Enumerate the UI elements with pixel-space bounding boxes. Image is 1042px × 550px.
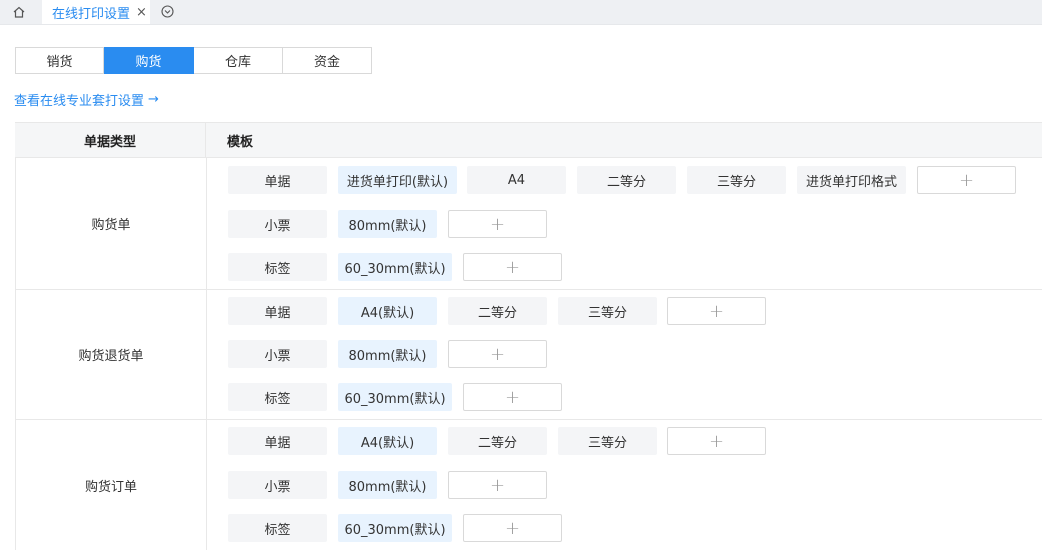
template-option[interactable]: 三等分 bbox=[558, 427, 657, 455]
row-kind-label: 单据 bbox=[228, 297, 327, 325]
row-kind-label: 小票 bbox=[228, 340, 327, 368]
tab-label: 在线打印设置 bbox=[52, 6, 131, 22]
template-default[interactable]: 80mm(默认) bbox=[338, 471, 437, 499]
segment-purchase[interactable]: 购货 bbox=[104, 47, 194, 74]
template-default[interactable]: 进货单打印(默认) bbox=[338, 166, 457, 194]
tab-bar: 在线打印设置 × bbox=[0, 0, 1042, 25]
add-template-button[interactable]: + bbox=[463, 253, 562, 281]
row-kind-label: 标签 bbox=[228, 383, 327, 411]
template-default[interactable]: 80mm(默认) bbox=[338, 210, 437, 238]
template-default[interactable]: A4(默认) bbox=[338, 297, 437, 325]
header-doc-type: 单据类型 bbox=[15, 123, 206, 157]
template-option[interactable]: 二等分 bbox=[448, 297, 547, 325]
table-group: 购货退货单 单据 A4(默认) 二等分 三等分 + 小票 80mm(默认) + … bbox=[15, 290, 1042, 420]
add-template-button[interactable]: + bbox=[463, 514, 562, 542]
table-group: 购货订单 单据 A4(默认) 二等分 三等分 + 小票 80mm(默认) + 标… bbox=[15, 420, 1042, 550]
doc-type-cell: 购货退货单 bbox=[16, 290, 207, 419]
table-header: 单据类型 模板 bbox=[15, 122, 1042, 158]
add-template-button[interactable]: + bbox=[667, 297, 766, 325]
arrow-right-icon: → bbox=[148, 92, 159, 107]
template-default[interactable]: A4(默认) bbox=[338, 427, 437, 455]
add-template-button[interactable]: + bbox=[667, 427, 766, 455]
close-icon[interactable]: × bbox=[136, 6, 147, 19]
template-option[interactable]: 三等分 bbox=[558, 297, 657, 325]
row-kind-label: 小票 bbox=[228, 471, 327, 499]
template-default[interactable]: 60_30mm(默认) bbox=[338, 253, 452, 281]
row-kind-label: 单据 bbox=[228, 166, 327, 194]
doc-type-cell: 购货订单 bbox=[16, 420, 207, 550]
add-template-button[interactable]: + bbox=[448, 210, 547, 238]
table-group: 购货单 单据 进货单打印(默认) A4 二等分 三等分 进货单打印格式 + 小票… bbox=[15, 158, 1042, 290]
segment-warehouse[interactable]: 仓库 bbox=[194, 47, 283, 74]
add-template-button[interactable]: + bbox=[917, 166, 1016, 194]
row-kind-label: 标签 bbox=[228, 514, 327, 542]
template-option[interactable]: 二等分 bbox=[448, 427, 547, 455]
template-option[interactable]: 三等分 bbox=[687, 166, 786, 194]
row-kind-label: 单据 bbox=[228, 427, 327, 455]
add-template-button[interactable]: + bbox=[448, 340, 547, 368]
row-kind-label: 标签 bbox=[228, 253, 327, 281]
pro-link-label: 查看在线专业套打设置 bbox=[14, 94, 145, 109]
template-option[interactable]: 进货单打印格式 bbox=[797, 166, 906, 194]
segment-sales[interactable]: 销货 bbox=[15, 47, 104, 74]
row-kind-label: 小票 bbox=[228, 210, 327, 238]
pro-print-settings-link[interactable]: 查看在线专业套打设置 → bbox=[14, 90, 159, 109]
doc-type-cell: 购货单 bbox=[16, 158, 207, 289]
template-option[interactable]: 二等分 bbox=[577, 166, 676, 194]
segment-funds[interactable]: 资金 bbox=[283, 47, 372, 74]
template-default[interactable]: 60_30mm(默认) bbox=[338, 514, 452, 542]
add-template-button[interactable]: + bbox=[448, 471, 547, 499]
add-template-button[interactable]: + bbox=[463, 383, 562, 411]
header-template: 模板 bbox=[227, 134, 254, 150]
chevron-circle-down-icon[interactable] bbox=[161, 5, 174, 18]
template-default[interactable]: 80mm(默认) bbox=[338, 340, 437, 368]
tab-online-print-settings[interactable]: 在线打印设置 × bbox=[42, 0, 150, 24]
template-default[interactable]: 60_30mm(默认) bbox=[338, 383, 452, 411]
home-icon[interactable] bbox=[12, 5, 26, 19]
template-option[interactable]: A4 bbox=[467, 166, 566, 194]
